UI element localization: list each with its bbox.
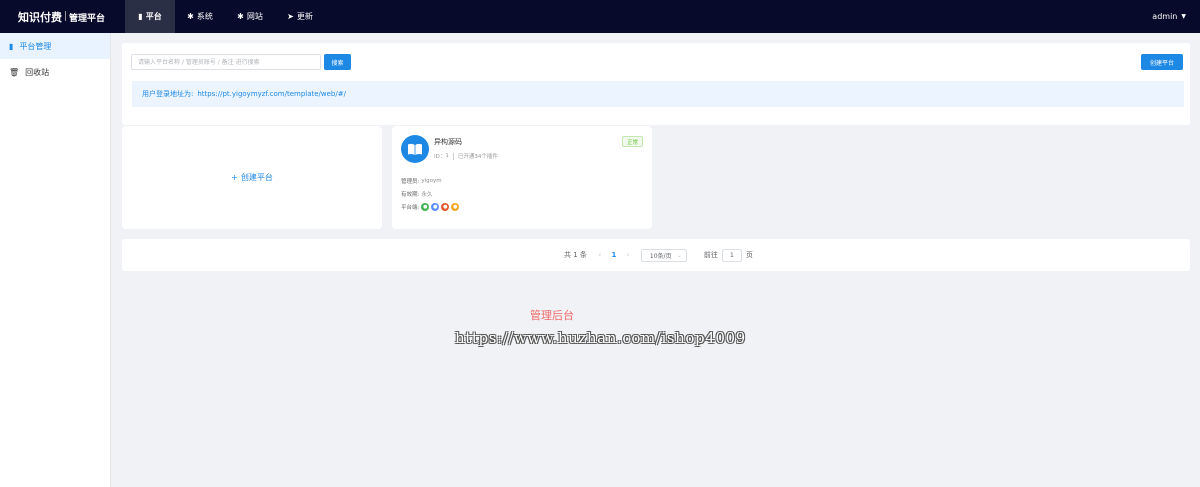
- mini-program-icon: ●: [431, 203, 440, 211]
- top-nav-website[interactable]: ✱ 网站: [225, 0, 275, 33]
- platform-ends-row: 平台端: ● ● ● ●: [401, 203, 460, 211]
- brand-logo[interactable]: 知识付费 管理平台: [0, 9, 112, 25]
- status-badge: 正常: [621, 136, 643, 147]
- brand-title: 知识付费: [18, 10, 62, 24]
- validity-label: 有效期:: [401, 192, 420, 198]
- brand-subtitle: 管理平台: [69, 13, 106, 24]
- monitor-icon: ▮: [138, 12, 143, 21]
- validity-value: 永久: [421, 192, 433, 198]
- create-card-label: 创建平台: [240, 173, 273, 182]
- sidebar-item-recycle-bin[interactable]: 🗑︎ 回收站: [0, 59, 110, 85]
- platform-id-label: ID：: [434, 154, 446, 160]
- admin-label: 管理员:: [401, 179, 420, 185]
- admin-value: yigoym: [421, 178, 442, 184]
- sidebar-item-label: 平台管理: [19, 41, 52, 51]
- pagination-total: 共 1 条: [564, 251, 587, 259]
- h5-icon: ●: [451, 203, 460, 211]
- top-nav-label: 更新: [296, 12, 313, 21]
- sidebar: ▮ 平台管理 🗑︎ 回收站: [0, 33, 111, 487]
- chevron-down-icon: ▼: [1181, 13, 1186, 20]
- meta-divider: [452, 152, 454, 160]
- page-size-value: 10条/页: [649, 252, 672, 260]
- send-icon: ➤: [287, 12, 294, 21]
- login-url-notice: 用户登录地址为: https://pt.yigoymyzf.com/templa…: [132, 81, 1184, 107]
- gear-icon: ✱: [237, 12, 244, 21]
- goto-page-input[interactable]: [721, 248, 742, 262]
- platform-id: 1: [445, 153, 449, 159]
- trash-icon: 🗑︎: [9, 67, 20, 77]
- create-platform-card[interactable]: + 创建平台: [122, 126, 382, 229]
- sidebar-item-label: 回收站: [25, 67, 50, 77]
- notice-label: 用户登录地址为:: [142, 90, 194, 98]
- platform-validity-row: 有效期: 永久: [401, 190, 432, 198]
- search-button[interactable]: 搜索: [324, 54, 351, 70]
- pagination-panel: 共 1 条 ‹ 1 › 10条/页 ⌄ 前往 页: [122, 239, 1190, 271]
- top-nav-label: 平台: [145, 12, 162, 21]
- sidebar-item-platform-management[interactable]: ▮ 平台管理: [0, 33, 110, 59]
- platform-name: 异构源码: [434, 138, 462, 146]
- book-icon: [401, 135, 429, 163]
- toolbar-panel: 搜索 创建平台 用户登录地址为: https://pt.yigoymyzf.co…: [122, 43, 1190, 125]
- gear-icon: ✱: [187, 12, 194, 21]
- monitor-icon: ▮: [9, 41, 14, 51]
- top-navbar: 知识付费 管理平台 ▮ 平台 ✱ 系统 ✱ 网站 ➤ 更新 admin ▼: [0, 0, 1200, 33]
- ends-label: 平台端:: [401, 205, 420, 211]
- username: admin: [1152, 12, 1178, 21]
- goto-label: 前往: [703, 251, 718, 259]
- top-nav-label: 系统: [196, 12, 213, 21]
- toutiao-icon: ●: [441, 203, 450, 211]
- goto-unit: 页: [745, 251, 753, 259]
- platform-meta: ID： 1 已开通34个插件: [434, 152, 498, 160]
- pagination: 共 1 条 ‹ 1 › 10条/页 ⌄ 前往 页: [564, 248, 753, 262]
- plus-icon: +: [231, 173, 238, 182]
- top-nav-label: 网站: [246, 12, 263, 21]
- brand-divider: [65, 10, 66, 21]
- page-size-select[interactable]: 10条/页 ⌄: [640, 248, 687, 262]
- create-platform-button[interactable]: 创建平台: [1141, 54, 1183, 70]
- watermark-title-text: 管理后台: [530, 309, 574, 322]
- top-nav-system[interactable]: ✱ 系统: [175, 0, 225, 33]
- wechat-icon: ●: [421, 203, 430, 211]
- platform-plugins: 已开通34个插件: [457, 154, 498, 160]
- platform-admin-row: 管理员: yigoym: [401, 177, 442, 185]
- pagination-page[interactable]: 1: [607, 251, 621, 259]
- watermark-url: https://www.huzhan.com/ishop4009: [455, 329, 746, 347]
- platform-card[interactable]: 异构源码 ID： 1 已开通34个插件 正常 管理员: yigoym 有效期: …: [392, 126, 652, 229]
- search-input[interactable]: [131, 54, 321, 70]
- top-nav-tabs: ▮ 平台 ✱ 系统 ✱ 网站 ➤ 更新: [125, 0, 325, 33]
- pagination-goto: 前往 页: [703, 248, 753, 262]
- chevron-down-icon: ⌄: [676, 251, 682, 259]
- user-menu[interactable]: admin ▼: [1152, 12, 1186, 21]
- chevron-left-icon[interactable]: ‹: [593, 251, 607, 259]
- main-content: 搜索 创建平台 用户登录地址为: https://pt.yigoymyzf.co…: [111, 33, 1200, 487]
- top-nav-update[interactable]: ➤ 更新: [275, 0, 325, 33]
- watermark-title: 管理后台: [0, 307, 1200, 323]
- login-url-link[interactable]: https://pt.yigoymyzf.com/template/web/#/: [197, 90, 346, 98]
- top-nav-platform[interactable]: ▮ 平台: [125, 0, 175, 33]
- chevron-right-icon[interactable]: ›: [621, 251, 635, 259]
